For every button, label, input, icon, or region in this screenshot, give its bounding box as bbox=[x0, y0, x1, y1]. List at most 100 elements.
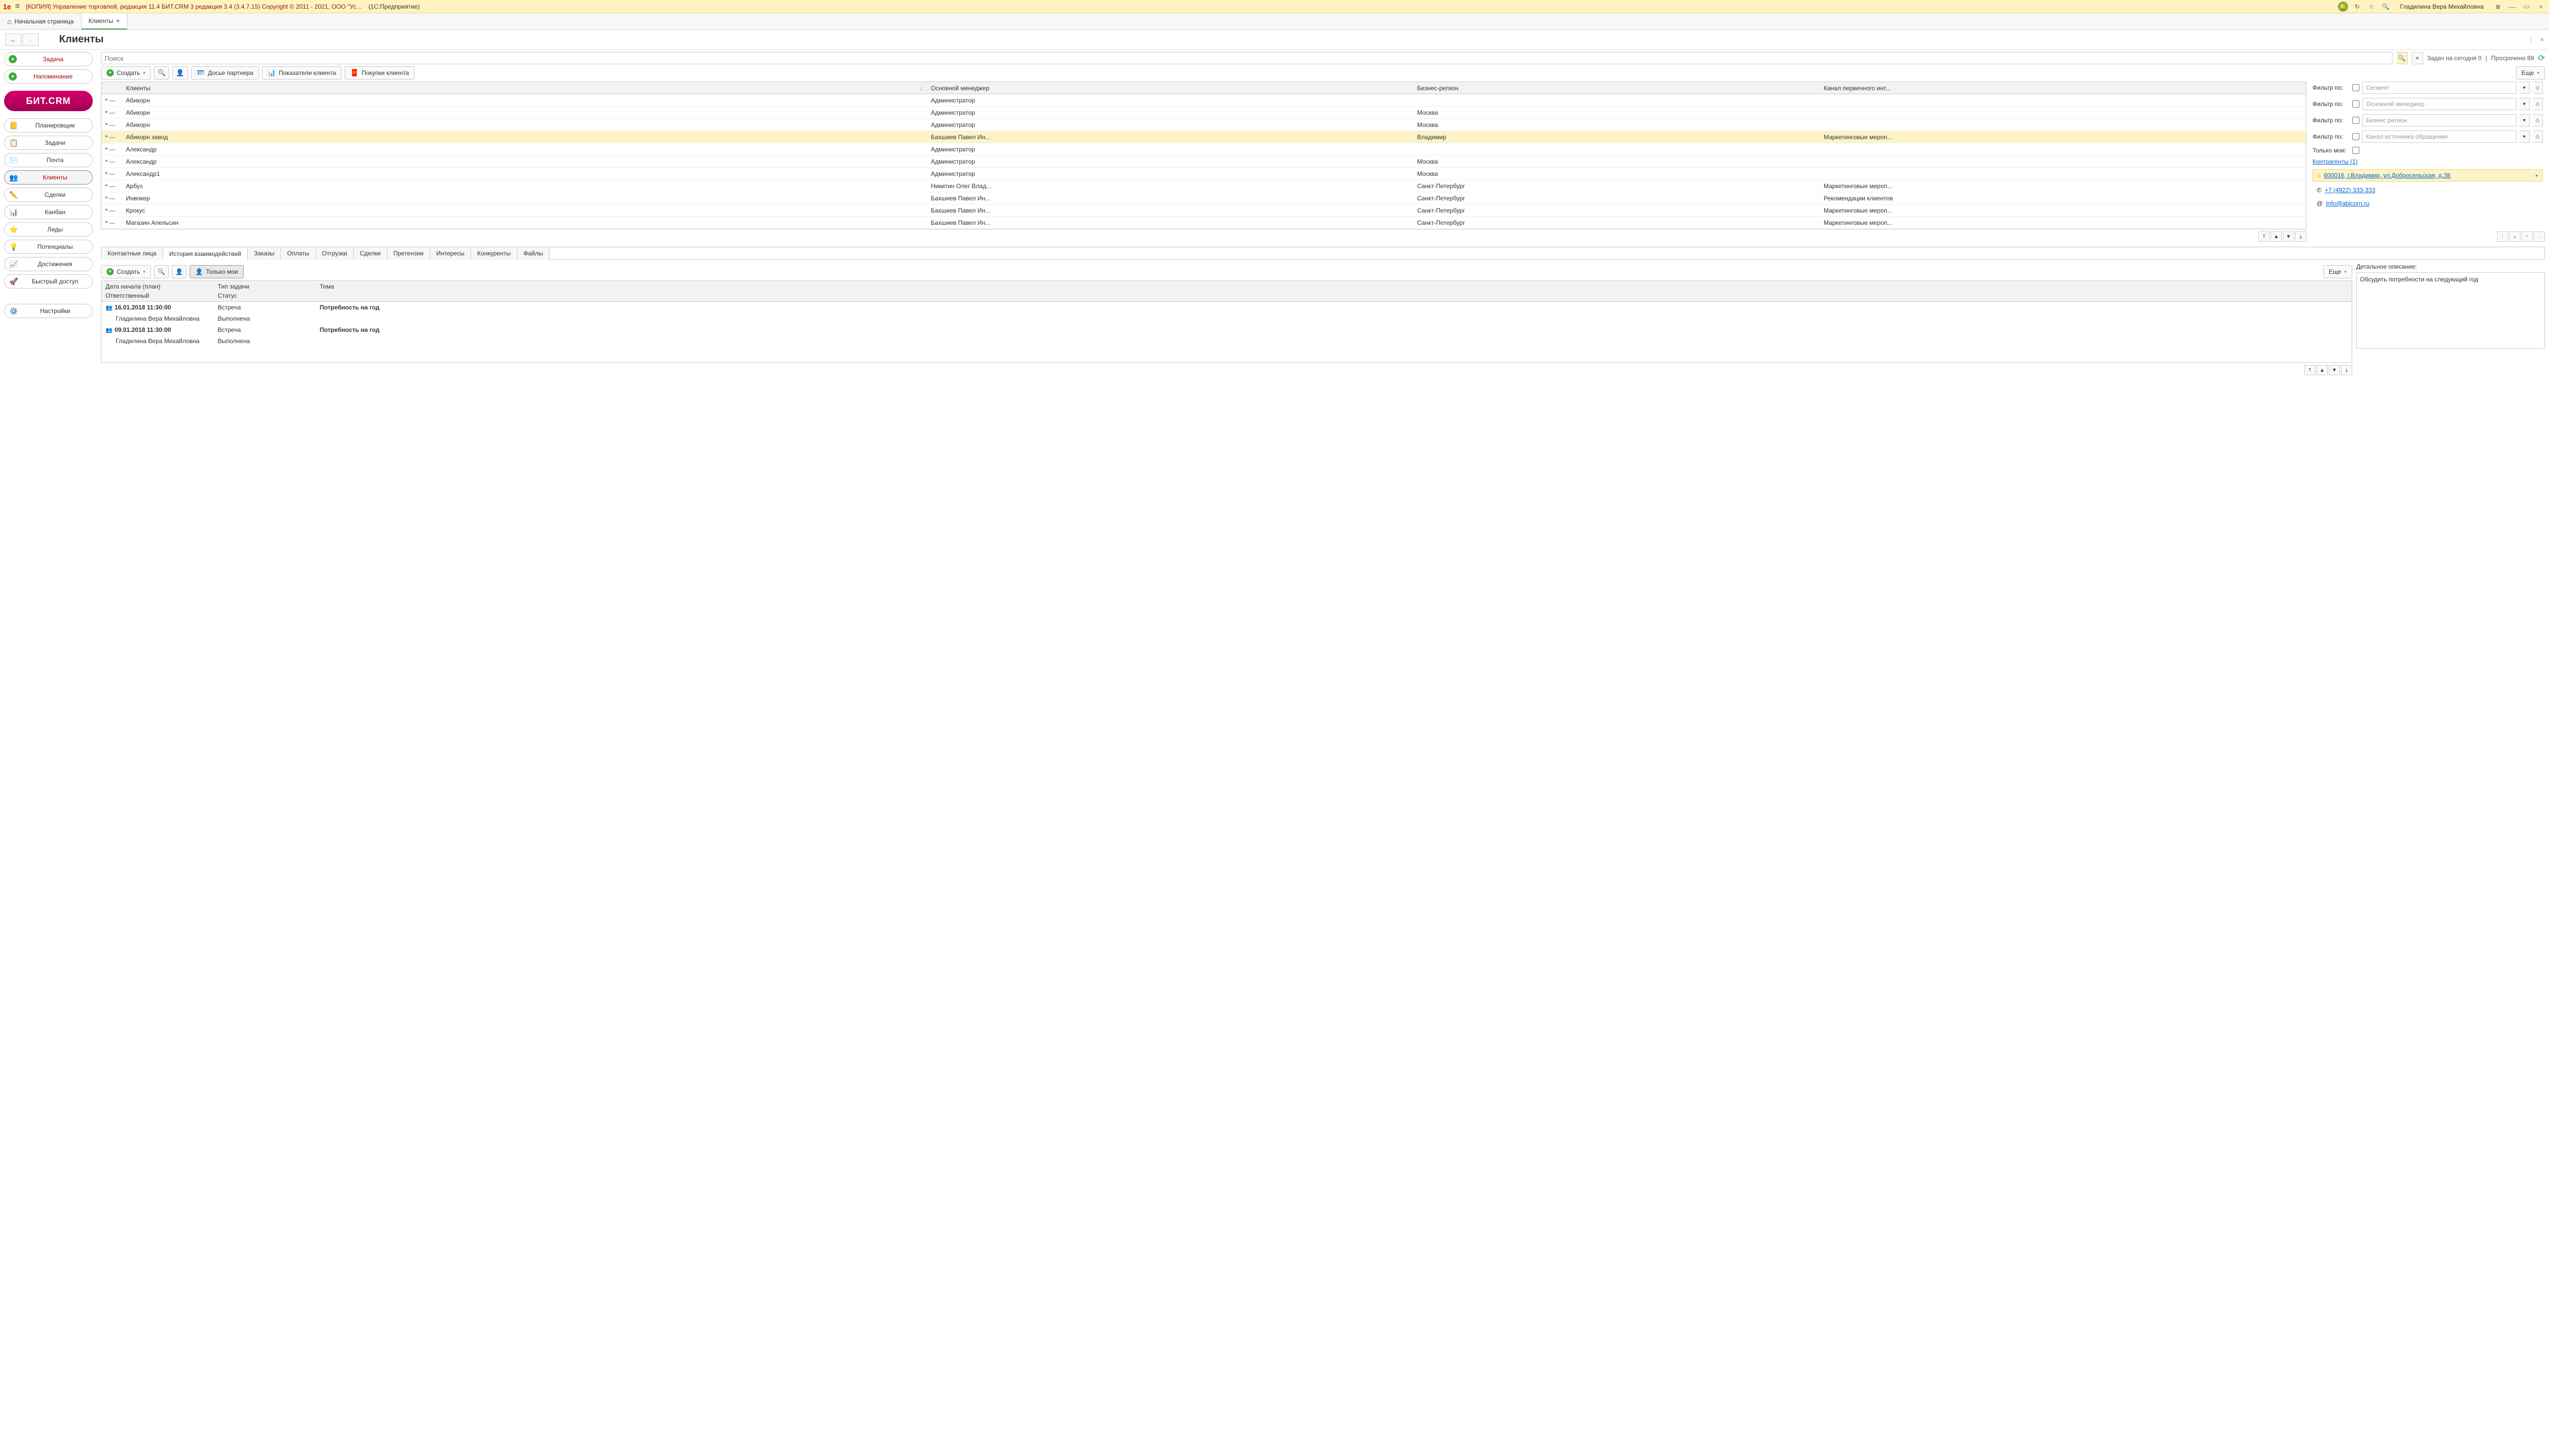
nav-first-icon[interactable]: ⤒ bbox=[2258, 231, 2270, 242]
col-status[interactable]: Статус bbox=[218, 292, 311, 299]
subtab-8[interactable]: Конкуренты bbox=[471, 247, 517, 260]
address-link[interactable]: 600016, г.Владимир, ул.Добросельская, д.… bbox=[2324, 172, 2450, 179]
expand-icon[interactable]: ▸ bbox=[106, 109, 108, 116]
nav-up-icon[interactable]: ▲ bbox=[2271, 231, 2282, 242]
table-row[interactable]: ▸ —АбикорнАдминистраторМосква bbox=[101, 119, 2306, 131]
nav-last-icon[interactable]: ⤓ bbox=[2534, 231, 2545, 242]
table-row[interactable]: ▸ —АрбузНикитин Олег Влад...Санкт-Петерб… bbox=[101, 180, 2306, 192]
email-link[interactable]: Info@abicorn.ru bbox=[2326, 200, 2370, 207]
nav-last-icon[interactable]: ⤓ bbox=[2341, 365, 2352, 375]
nav-last-icon[interactable]: ⤓ bbox=[2295, 231, 2306, 242]
sidebar-item-6[interactable]: ⭐Лиды bbox=[4, 222, 93, 237]
subtab-4[interactable]: Отгрузки bbox=[316, 247, 354, 260]
table-row[interactable]: ▸ —ИнвокерБахшиев Павел Ин...Санкт-Петер… bbox=[101, 192, 2306, 204]
table-row[interactable]: ▸ —АлександрАдминистратор bbox=[101, 143, 2306, 155]
counterparties-link[interactable]: Контрагенты (1) bbox=[2312, 158, 2358, 165]
history-row-sub[interactable]: Гладилина Вера МихайловнаВыполнена bbox=[101, 313, 2352, 324]
sidebar-item-1[interactable]: 📋Задачи bbox=[4, 136, 93, 150]
nav-up-icon[interactable]: ▲ bbox=[2509, 231, 2520, 242]
star-icon[interactable]: ☆ bbox=[2366, 3, 2377, 10]
sidebar-item-5[interactable]: 📊Канбан bbox=[4, 205, 93, 219]
filter-channel-check[interactable] bbox=[2352, 133, 2359, 140]
history-row[interactable]: 👥09.01.2018 11:30:00ВстречаПотребность н… bbox=[101, 324, 2352, 335]
sidebar-item-0[interactable]: 📒Планировщик bbox=[4, 118, 93, 133]
col-manager[interactable]: Основной менеджер bbox=[927, 85, 1413, 92]
subtab-9[interactable]: Файлы bbox=[517, 247, 550, 260]
restore-button[interactable]: ▭ bbox=[2521, 2, 2532, 11]
filter-channel-input[interactable]: Канал источника обращения bbox=[2362, 131, 2516, 143]
sidebar-reminder-button[interactable]: + Напоминание bbox=[4, 69, 93, 84]
create-button[interactable]: + Создать ▾ bbox=[101, 66, 151, 80]
settings-icon[interactable]: ≣ bbox=[2493, 3, 2503, 10]
filter-segment-input[interactable]: Сегмент bbox=[2362, 82, 2516, 94]
col-name[interactable]: Клиенты ↓ bbox=[122, 85, 927, 92]
more-button[interactable]: Еще ▾ bbox=[2516, 66, 2545, 80]
nav-first-icon[interactable]: ⤒ bbox=[2304, 365, 2316, 375]
sidebar-item-4[interactable]: ✏️Сделки bbox=[4, 188, 93, 202]
subtab-5[interactable]: Сделки bbox=[354, 247, 387, 260]
subtab-2[interactable]: Заказы bbox=[248, 247, 281, 260]
search-submit-button[interactable]: 🔍 bbox=[2397, 52, 2408, 64]
indicators-button[interactable]: 📊 Показатели клиента bbox=[262, 66, 342, 80]
history-only-mine-button[interactable]: 👤 Только мои bbox=[190, 265, 244, 278]
sidebar-item-8[interactable]: 📈Достижения bbox=[4, 257, 93, 271]
sidebar-task-button[interactable]: + Задача bbox=[4, 52, 93, 66]
chevron-right-icon[interactable]: ▸ bbox=[2536, 173, 2538, 178]
subtab-3[interactable]: Оплаты bbox=[281, 247, 316, 260]
nav-down-icon[interactable]: ▼ bbox=[2283, 231, 2294, 242]
history-icon[interactable]: ↻ bbox=[2352, 3, 2362, 10]
close-button[interactable]: × bbox=[2536, 3, 2546, 11]
col-channel[interactable]: Канал первичного инт... bbox=[1819, 85, 2306, 92]
sidebar-item-7[interactable]: 💡Потенциалы bbox=[4, 240, 93, 254]
dropdown-icon[interactable]: ▾ bbox=[2519, 114, 2530, 126]
minimize-button[interactable]: — bbox=[2507, 3, 2517, 11]
table-row[interactable]: ▸ —Абикорн заводБахшиев Павел Ин...Влади… bbox=[101, 131, 2306, 143]
table-row[interactable]: ▸ —КрокусБахшиев Павел Ин...Санкт-Петерб… bbox=[101, 204, 2306, 217]
refresh-icon[interactable]: ⟳ bbox=[2538, 53, 2545, 63]
search-icon[interactable]: 🔍 bbox=[2381, 3, 2391, 10]
expand-icon[interactable]: ▸ bbox=[106, 170, 108, 177]
current-user[interactable]: Гладилина Вера Михайловна bbox=[2400, 3, 2484, 10]
expand-icon[interactable]: ▸ bbox=[106, 134, 108, 141]
history-row[interactable]: 👥16.01.2018 11:30:00ВстречаПотребность н… bbox=[101, 302, 2352, 313]
open-dialog-icon[interactable]: ◇ bbox=[2533, 82, 2543, 94]
search-clear-button[interactable]: × bbox=[2412, 52, 2423, 64]
subtab-7[interactable]: Интересы bbox=[430, 247, 471, 260]
history-view-button[interactable]: 🔍 bbox=[154, 265, 169, 278]
nav-back-button[interactable]: ← bbox=[5, 34, 21, 46]
expand-icon[interactable]: ▸ bbox=[106, 207, 108, 214]
history-create-button[interactable]: + Создать ▾ bbox=[101, 265, 151, 278]
subtab-6[interactable]: Претензии bbox=[387, 247, 430, 260]
expand-icon[interactable]: ▸ bbox=[106, 183, 108, 190]
expand-icon[interactable]: ▸ bbox=[106, 146, 108, 153]
col-resp[interactable]: Ответственный bbox=[106, 292, 209, 299]
tab-clients[interactable]: Клиенты × bbox=[82, 13, 127, 30]
search-input[interactable] bbox=[101, 52, 2392, 64]
nav-down-icon[interactable]: ▼ bbox=[2521, 231, 2533, 242]
sidebar-item-3[interactable]: 👥Клиенты bbox=[4, 170, 93, 185]
sidebar-item-2[interactable]: ✉️Почта bbox=[4, 153, 93, 167]
col-date[interactable]: Дата начала (план) bbox=[106, 283, 209, 290]
col-region[interactable]: Бизнес-регион bbox=[1413, 85, 1819, 92]
filter-region-check[interactable] bbox=[2352, 117, 2359, 124]
phone-link[interactable]: +7 (4922) 333-333 bbox=[2325, 187, 2375, 194]
history-user-button[interactable]: 👤 bbox=[172, 265, 187, 278]
subtab-1[interactable]: История взаимодействий bbox=[163, 248, 248, 261]
nav-up-icon[interactable]: ▲ bbox=[2317, 365, 2328, 375]
sidebar-settings[interactable]: ⚙️ Настройки bbox=[4, 304, 93, 318]
expand-icon[interactable]: ▸ bbox=[106, 219, 108, 226]
col-topic[interactable]: Тема bbox=[316, 281, 2352, 301]
filter-segment-check[interactable] bbox=[2352, 84, 2359, 91]
history-row-sub[interactable]: Гладилина Вера МихайловнаВыполнена bbox=[101, 335, 2352, 347]
menu-icon[interactable]: ≡ bbox=[15, 2, 20, 11]
close-tab-icon[interactable]: × bbox=[116, 17, 120, 24]
nav-first-icon[interactable]: ⤒ bbox=[2497, 231, 2508, 242]
only-mine-check[interactable] bbox=[2352, 147, 2359, 154]
view-button[interactable]: 🔍 bbox=[154, 66, 169, 80]
table-row[interactable]: ▸ —Магазин АпельсинБахшиев Павел Ин...Са… bbox=[101, 217, 2306, 229]
dropdown-icon[interactable]: ▾ bbox=[2519, 131, 2530, 143]
open-dialog-icon[interactable]: ◇ bbox=[2533, 114, 2543, 126]
expand-icon[interactable]: ▸ bbox=[106, 97, 108, 104]
subtab-0[interactable]: Контактные лица bbox=[101, 247, 163, 260]
history-more-button[interactable]: Еще ▾ bbox=[2323, 265, 2352, 278]
